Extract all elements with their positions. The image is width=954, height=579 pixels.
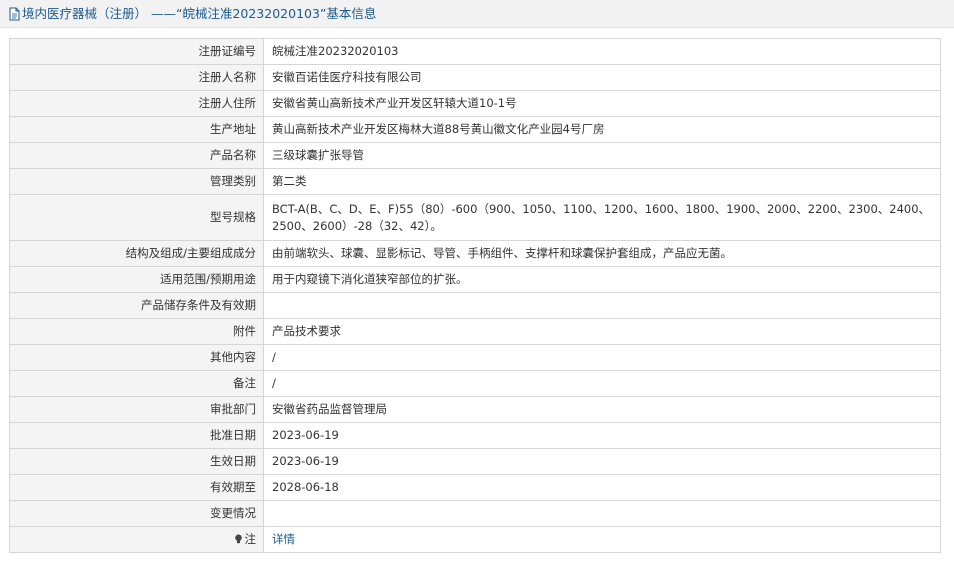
table-row-expiry-date: 有效期至 2028-06-18	[9, 474, 941, 501]
scope-value: 用于内窥镜下消化道狭窄部位的扩张。	[263, 266, 941, 293]
table-row-mgmt-class: 管理类别 第二类	[9, 168, 941, 195]
lightbulb-icon	[234, 534, 243, 544]
structure-label: 结构及组成/主要组成成分	[9, 240, 264, 267]
page-header: 境内医疗器械（注册） ——“皖械注准20232020103”基本信息	[0, 0, 954, 28]
details-link[interactable]: 详情	[272, 532, 295, 546]
table-row-structure: 结构及组成/主要组成成分 由前端软头、球囊、显影标记、导管、手柄组件、支撑杆和球…	[9, 240, 941, 267]
page-title-container: 境内医疗器械（注册） ——“皖械注准20232020103”基本信息	[8, 5, 376, 23]
effective-date-label: 生效日期	[9, 448, 264, 475]
changes-label: 变更情况	[9, 500, 264, 527]
table-row-attachment: 附件 产品技术要求	[9, 318, 941, 345]
note-label: 注	[244, 532, 257, 546]
other-label: 其他内容	[9, 344, 264, 371]
table-row-reg-no: 注册证编号 皖械注准20232020103	[9, 38, 941, 65]
reg-address-value: 安徽省黄山高新技术产业开发区轩辕大道10-1号	[263, 90, 941, 117]
table-row-storage: 产品储存条件及有效期	[9, 292, 941, 319]
note-label-cell: 注	[9, 526, 264, 553]
effective-date-value: 2023-06-19	[263, 448, 941, 475]
prod-address-value: 黄山高新技术产业开发区梅林大道88号黄山徽文化产业园4号厂房	[263, 116, 941, 143]
storage-label: 产品储存条件及有效期	[9, 292, 264, 319]
approval-date-label: 批准日期	[9, 422, 264, 449]
changes-value	[263, 500, 941, 527]
table-row-registrant: 注册人名称 安徽百诺佳医疗科技有限公司	[9, 64, 941, 91]
table-row-reg-address: 注册人住所 安徽省黄山高新技术产业开发区轩辕大道10-1号	[9, 90, 941, 117]
storage-value	[263, 292, 941, 319]
approval-date-value: 2023-06-19	[263, 422, 941, 449]
table-row-model-spec: 型号规格 BCT-A(B、C、D、E、F)55（80）-600（900、1050…	[9, 194, 941, 241]
expiry-date-value: 2028-06-18	[263, 474, 941, 501]
reg-no-label: 注册证编号	[9, 38, 264, 65]
scope-label: 适用范围/预期用途	[9, 266, 264, 293]
other-value: /	[263, 344, 941, 371]
product-name-label: 产品名称	[9, 142, 264, 169]
table-row-note: 注 详情	[9, 526, 941, 553]
table-row-product-name: 产品名称 三级球囊扩张导管	[9, 142, 941, 169]
table-row-other: 其他内容 /	[9, 344, 941, 371]
approval-dept-label: 审批部门	[9, 396, 264, 423]
registrant-value: 安徽百诺佳医疗科技有限公司	[263, 64, 941, 91]
remarks-label: 备注	[9, 370, 264, 397]
reg-address-label: 注册人住所	[9, 90, 264, 117]
table-row-remarks: 备注 /	[9, 370, 941, 397]
mgmt-class-value: 第二类	[263, 168, 941, 195]
approval-dept-value: 安徽省药品监督管理局	[263, 396, 941, 423]
info-table: 注册证编号 皖械注准20232020103 注册人名称 安徽百诺佳医疗科技有限公…	[9, 38, 941, 553]
registrant-label: 注册人名称	[9, 64, 264, 91]
mgmt-class-label: 管理类别	[9, 168, 264, 195]
table-row-prod-address: 生产地址 黄山高新技术产业开发区梅林大道88号黄山徽文化产业园4号厂房	[9, 116, 941, 143]
table-row-approval-dept: 审批部门 安徽省药品监督管理局	[9, 396, 941, 423]
note-value-cell: 详情	[263, 526, 941, 553]
structure-value: 由前端软头、球囊、显影标记、导管、手柄组件、支撑杆和球囊保护套组成，产品应无菌。	[263, 240, 941, 267]
table-row-scope: 适用范围/预期用途 用于内窥镜下消化道狭窄部位的扩张。	[9, 266, 941, 293]
model-spec-value: BCT-A(B、C、D、E、F)55（80）-600（900、1050、1100…	[263, 194, 941, 241]
reg-no-value: 皖械注准20232020103	[263, 38, 941, 65]
document-icon	[8, 7, 21, 21]
expiry-date-label: 有效期至	[9, 474, 264, 501]
attachment-value: 产品技术要求	[263, 318, 941, 345]
table-row-changes: 变更情况	[9, 500, 941, 527]
remarks-value: /	[263, 370, 941, 397]
model-spec-label: 型号规格	[9, 194, 264, 241]
table-row-approval-date: 批准日期 2023-06-19	[9, 422, 941, 449]
product-name-value: 三级球囊扩张导管	[263, 142, 941, 169]
page-title: 境内医疗器械（注册） ——“皖械注准20232020103”基本信息	[22, 6, 377, 21]
attachment-label: 附件	[9, 318, 264, 345]
prod-address-label: 生产地址	[9, 116, 264, 143]
table-row-effective-date: 生效日期 2023-06-19	[9, 448, 941, 475]
